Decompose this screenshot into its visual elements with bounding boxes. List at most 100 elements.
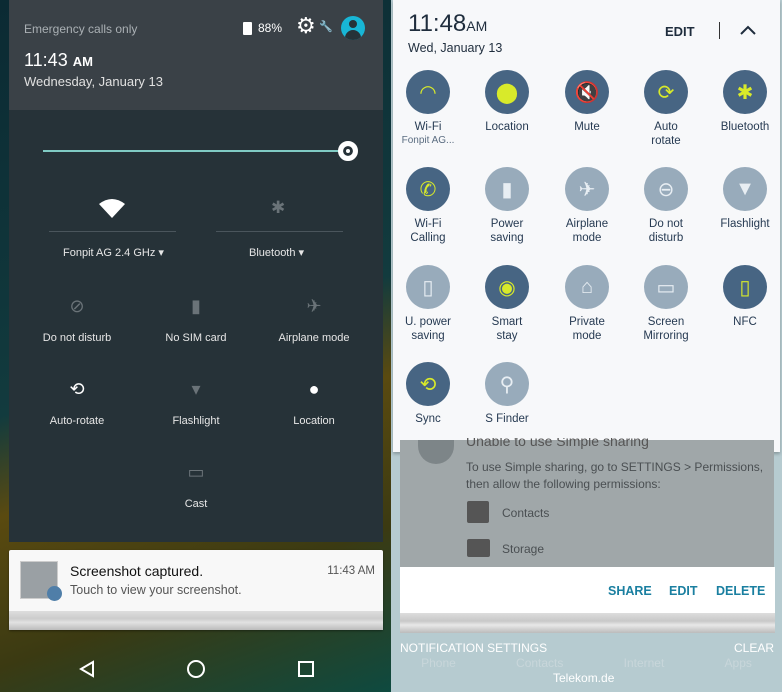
notification-text: Touch to view your screenshot. bbox=[70, 583, 242, 597]
dock-internet[interactable]: Internet bbox=[624, 656, 665, 670]
notification-title: Screenshot captured. bbox=[70, 563, 204, 579]
tile-wi-fi[interactable]: ◠ Wi-Fi Fonpit AG... bbox=[389, 70, 467, 146]
tile-u-power-saving[interactable]: ▯ U. power saving bbox=[389, 265, 467, 343]
tile-nfc[interactable]: ▯ NFC bbox=[706, 265, 782, 330]
samsung-panel: 11:48AM Wed, January 13 EDIT ◠ Wi-Fi Fonpi… bbox=[391, 0, 782, 692]
divider bbox=[719, 22, 720, 39]
airplane-icon[interactable]: ✈ bbox=[565, 167, 609, 211]
tile-label: Sync bbox=[415, 413, 441, 425]
tile-screen-mirroring[interactable]: ▭ Screen Mirroring bbox=[627, 265, 705, 343]
simple-sharing-notification[interactable]: Unable to use Simple sharing To use Simp… bbox=[400, 438, 774, 570]
power-saving-icon[interactable]: ▮ bbox=[485, 167, 529, 211]
screenshot-notification[interactable]: Screenshot captured. Touch to view your … bbox=[9, 550, 383, 630]
tile-mute[interactable]: 🔇 Mute bbox=[548, 70, 626, 135]
do-not-disturb-icon[interactable]: ⊖ bbox=[644, 167, 688, 211]
edit-action-button[interactable]: EDIT bbox=[669, 584, 697, 598]
bluetooth-off-icon[interactable]: ✱ bbox=[271, 198, 285, 218]
notification-stack bbox=[400, 613, 775, 633]
gallery-badge-icon bbox=[47, 586, 62, 601]
edit-button[interactable]: EDIT bbox=[665, 24, 695, 39]
delete-button[interactable]: DELETE bbox=[716, 584, 765, 598]
tile-label[interactable]: Do not disturb bbox=[17, 332, 137, 344]
tile-label: Screen Mirroring bbox=[643, 316, 689, 342]
dock-apps[interactable]: Apps bbox=[725, 656, 752, 670]
location-icon[interactable]: ⬤ bbox=[485, 70, 529, 114]
tile-label: Do not disturb bbox=[648, 218, 684, 244]
folder-icon bbox=[467, 539, 490, 557]
clock-ampm: AM bbox=[72, 54, 93, 69]
recents-icon[interactable] bbox=[298, 661, 314, 677]
tile-flashlight[interactable]: ▼ Flashlight bbox=[706, 167, 782, 232]
screen-mirroring-icon[interactable]: ▭ bbox=[644, 265, 688, 309]
location-icon[interactable]: ● bbox=[302, 377, 326, 401]
no-sim-icon[interactable]: ▮ bbox=[184, 294, 208, 318]
search-icon[interactable]: ⚲ bbox=[485, 362, 529, 406]
clock-ampm: AM bbox=[466, 18, 488, 34]
tile-label: U. power saving bbox=[404, 316, 452, 342]
flashlight-off-icon[interactable]: ▾ bbox=[184, 377, 208, 401]
tile-label: Wi-Fi bbox=[414, 121, 442, 133]
tile-airplane-mode[interactable]: ✈ Airplane mode bbox=[548, 167, 626, 245]
wifi-calling-icon[interactable]: ✆ bbox=[406, 167, 450, 211]
wifi-network-dropdown[interactable]: Fonpit AG 2.4 GHz ▾ bbox=[63, 246, 164, 259]
auto-rotate-icon[interactable]: ⟳ bbox=[644, 70, 688, 114]
user-avatar-icon[interactable] bbox=[341, 16, 365, 40]
tile-private-mode[interactable]: ⌂ Private mode bbox=[548, 265, 626, 343]
wifi-icon[interactable] bbox=[99, 198, 125, 218]
brightness-slider[interactable] bbox=[43, 150, 348, 152]
tile-label[interactable]: Flashlight bbox=[136, 415, 256, 427]
tile-do-not-disturb[interactable]: ⊖ Do not disturb bbox=[627, 167, 705, 245]
sync-icon[interactable]: ⟲ bbox=[406, 362, 450, 406]
share-button[interactable]: SHARE bbox=[608, 584, 652, 598]
date: Wednesday, January 13 bbox=[24, 74, 163, 89]
clock-time: 11:48 bbox=[408, 10, 467, 37]
clock: 11:48AM bbox=[408, 10, 487, 38]
clock: 11:43 AM bbox=[24, 50, 93, 71]
back-icon[interactable] bbox=[79, 660, 95, 678]
tile-label: Power saving bbox=[490, 218, 524, 244]
dock-contacts[interactable]: Contacts bbox=[516, 656, 563, 670]
do-not-disturb-off-icon[interactable]: ⊘ bbox=[65, 294, 89, 318]
tile-label[interactable]: No SIM card bbox=[136, 332, 256, 344]
dock-phone[interactable]: Phone bbox=[421, 656, 456, 670]
tile-label: NFC bbox=[733, 316, 757, 328]
ultra-power-saving-icon[interactable]: ▯ bbox=[406, 265, 450, 309]
auto-rotate-icon[interactable]: ⟲ bbox=[65, 377, 89, 401]
bluetooth-dropdown[interactable]: Bluetooth ▾ bbox=[249, 246, 304, 259]
tile-s-finder[interactable]: ⚲ S Finder bbox=[468, 362, 546, 427]
tile-label[interactable]: Cast bbox=[136, 498, 256, 510]
tile-wi-fi-calling[interactable]: ✆ Wi-Fi Calling bbox=[389, 167, 467, 245]
tile-power-saving[interactable]: ▮ Power saving bbox=[468, 167, 546, 245]
divider bbox=[49, 231, 176, 232]
home-icon[interactable] bbox=[187, 660, 205, 678]
brightness-thumb-icon[interactable] bbox=[338, 141, 358, 161]
notification-settings-button[interactable]: NOTIFICATION SETTINGS bbox=[400, 641, 547, 655]
tile-label[interactable]: Airplane mode bbox=[254, 332, 374, 344]
bluetooth-icon[interactable]: ✱ bbox=[723, 70, 767, 114]
tile-sync[interactable]: ⟲ Sync bbox=[389, 362, 467, 427]
notification-stack bbox=[9, 611, 383, 630]
collapse-chevron-up-icon[interactable] bbox=[740, 25, 756, 35]
card-title: Unable to use Simple sharing bbox=[466, 438, 649, 449]
private-mode-icon[interactable]: ⌂ bbox=[565, 265, 609, 309]
tile-location[interactable]: ⬤ Location bbox=[468, 70, 546, 135]
airplane-off-icon[interactable]: ✈ bbox=[302, 294, 326, 318]
tile-label[interactable]: Auto-rotate bbox=[17, 415, 137, 427]
clear-button[interactable]: CLEAR bbox=[734, 641, 774, 655]
dropdown-arrow-icon: ▾ bbox=[298, 247, 305, 259]
bluetooth-label: Bluetooth bbox=[249, 247, 296, 259]
nfc-icon[interactable]: ▯ bbox=[723, 265, 767, 309]
tile-bluetooth[interactable]: ✱ Bluetooth bbox=[706, 70, 782, 135]
smart-stay-icon[interactable]: ◉ bbox=[485, 265, 529, 309]
battery-icon bbox=[243, 22, 252, 35]
tile-label[interactable]: Location bbox=[254, 415, 374, 427]
tile-smart-stay[interactable]: ◉ Smart stay bbox=[468, 265, 546, 343]
flashlight-icon[interactable]: ▼ bbox=[723, 167, 767, 211]
cast-icon[interactable]: ▭ bbox=[184, 460, 208, 484]
wifi-icon[interactable]: ◠ bbox=[406, 70, 450, 114]
tile-label: Airplane mode bbox=[565, 218, 609, 244]
mute-icon[interactable]: 🔇 bbox=[565, 70, 609, 114]
quick-settings-panel: 11:48AM Wed, January 13 EDIT ◠ Wi-Fi Fonpi… bbox=[393, 0, 780, 452]
settings-gear-icon[interactable]: ⚙ bbox=[296, 13, 316, 39]
tile-auto-rotate[interactable]: ⟳ Auto rotate bbox=[627, 70, 705, 148]
